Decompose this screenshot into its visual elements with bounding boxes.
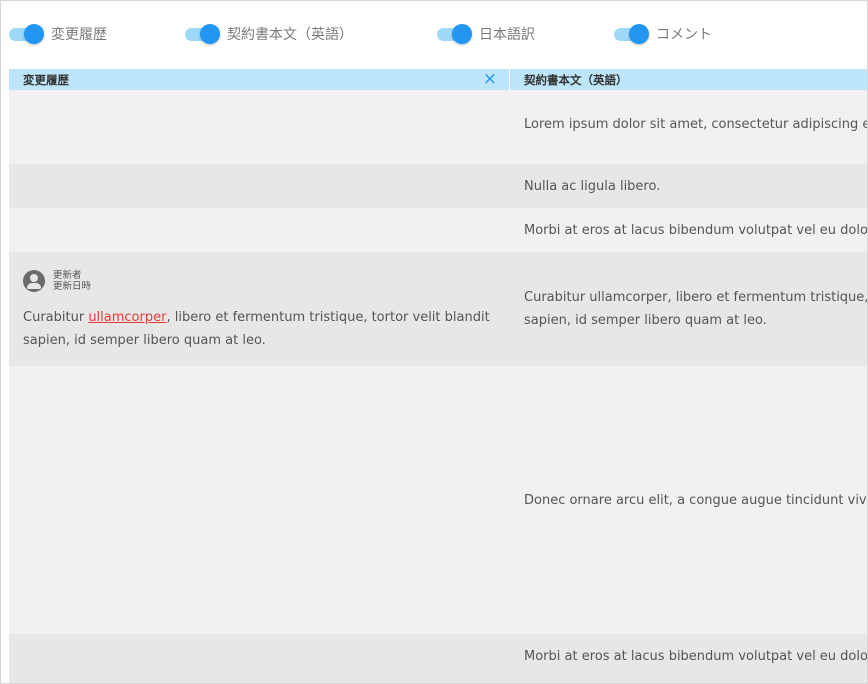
account-circle-icon <box>23 270 45 292</box>
table-row: 更新者 更新日時 Curabitur ullamcorper, libero e… <box>9 252 867 366</box>
table-row: Nulla ac ligula libero. <box>9 164 867 208</box>
toggle-label-english-text: 契約書本文（英語） <box>227 27 353 43</box>
history-meta: 更新者 更新日時 <box>53 270 91 292</box>
toggle-switch-history[interactable] <box>9 23 44 45</box>
column-toggle-bar: 変更履歴 契約書本文（英語） 日本語訳 コメント <box>1 1 867 67</box>
toggle-switch-comments[interactable] <box>614 23 649 45</box>
english-text-cell: Morbi at eros at lacus bibendum volutpat… <box>524 649 867 664</box>
english-text-cell: Lorem ipsum dolor sit amet, consectetur … <box>524 117 867 132</box>
toggle-english-text[interactable]: 契約書本文（英語） <box>185 23 353 45</box>
close-icon[interactable]: × <box>483 69 497 90</box>
author-label: 更新者 <box>53 270 82 281</box>
toggle-label-japanese-translation: 日本語訳 <box>479 27 535 43</box>
date-label: 更新日時 <box>53 281 92 292</box>
english-text-cell: Donec ornare arcu elit, a congue augue t… <box>524 493 867 508</box>
english-text-cell: Curabitur ullamcorper, libero et ferment… <box>524 286 867 332</box>
toggle-japanese-translation[interactable]: 日本語訳 <box>437 23 535 45</box>
english-column-header: 契約書本文（英語） <box>510 69 867 90</box>
table-row: Lorem ipsum dolor sit amet, consectetur … <box>9 90 867 164</box>
history-entry-header: 更新者 更新日時 <box>23 270 493 292</box>
toggle-label-history: 変更履歴 <box>51 27 107 43</box>
english-text-cell: Morbi at eros at lacus bibendum volutpat… <box>524 223 867 238</box>
table-row: Morbi at eros at lacus bibendum volutpat… <box>9 634 867 683</box>
history-text-before: Curabitur <box>23 310 89 325</box>
english-text-line: sapien, id semper libero quam at leo. <box>524 313 767 328</box>
table-row: Morbi at eros at lacus bibendum volutpat… <box>9 208 867 252</box>
toggle-comments[interactable]: コメント <box>614 23 712 45</box>
english-text-line: Curabitur ullamcorper, libero et ferment… <box>524 290 867 305</box>
history-column-header: 変更履歴 × <box>9 69 509 90</box>
english-column-title: 契約書本文（英語） <box>524 73 628 87</box>
english-text-cell: Nulla ac ligula libero. <box>524 179 661 194</box>
history-entry: 更新者 更新日時 Curabitur ullamcorper, libero e… <box>23 270 493 352</box>
toggle-switch-english-text[interactable] <box>185 23 220 45</box>
contract-review-panel: 変更履歴 契約書本文（英語） 日本語訳 コメント 変更履歴 × 契約書本文（英語… <box>0 0 868 684</box>
history-column-title: 変更履歴 <box>23 73 69 87</box>
history-entry-text: Curabitur ullamcorper, libero et ferment… <box>23 306 493 352</box>
toggle-label-comments: コメント <box>656 27 712 43</box>
changed-word: ullamcorper <box>88 310 167 325</box>
toggle-switch-japanese-translation[interactable] <box>437 23 472 45</box>
table-row: Donec ornare arcu elit, a congue augue t… <box>9 366 867 634</box>
toggle-history[interactable]: 変更履歴 <box>9 23 107 45</box>
